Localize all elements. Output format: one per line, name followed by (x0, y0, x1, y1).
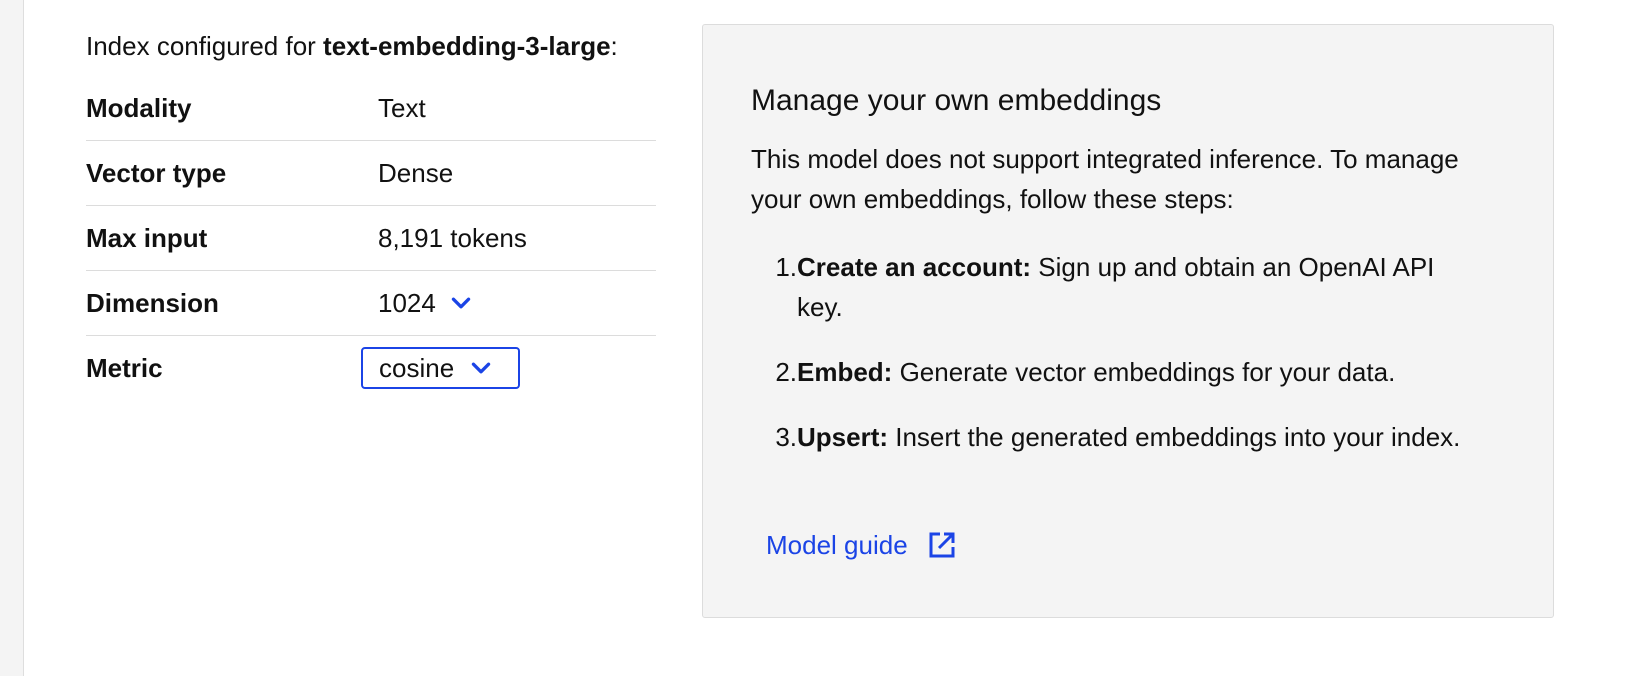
list-item: 2. Embed: Generate vector embeddings for… (751, 352, 1471, 392)
config-value: Dense (378, 157, 454, 188)
list-item: 1. Create an account: Sign up and obtain… (751, 247, 1471, 327)
dimension-value: 1024 (378, 287, 436, 318)
manage-embeddings-panel: Manage your own embeddings This model do… (702, 24, 1554, 618)
config-intro-prefix: Index configured for (86, 31, 324, 61)
steps-list: 1. Create an account: Sign up and obtain… (751, 247, 1471, 482)
model-guide-label: Model guide (766, 529, 908, 560)
page-root: Index configured for text-embedding-3-la… (0, 0, 1629, 676)
step-number: 1. (775, 252, 797, 282)
config-label: Dimension (86, 287, 219, 318)
model-name: text-embedding-3-large (323, 31, 611, 61)
step-title: Embed: (797, 357, 893, 387)
step-number: 2. (775, 357, 797, 387)
chevron-down-icon (471, 362, 491, 374)
step-title: Create an account: (797, 252, 1032, 282)
config-label: Modality (86, 92, 192, 123)
config-value: Text (378, 92, 426, 123)
metric-select[interactable]: cosine (361, 347, 521, 389)
step-title: Upsert: (797, 422, 889, 452)
config-intro-suffix: : (610, 31, 618, 61)
panel-title: Manage your own embeddings (751, 84, 1162, 117)
config-row-modality: Modality Text (86, 76, 656, 141)
panel-description: This model does not support integrated i… (751, 144, 1459, 214)
step-body: Upsert: Insert the generated embeddings … (797, 417, 1471, 457)
chevron-down-icon (451, 297, 471, 309)
list-item: 3. Upsert: Insert the generated embeddin… (751, 417, 1471, 457)
config-row-metric: Metric cosine (86, 336, 656, 400)
step-text: Generate vector embeddings for your data… (892, 357, 1396, 387)
config-row-vector-type: Vector type Dense (86, 141, 656, 206)
metric-value: cosine (379, 352, 455, 383)
index-config: Index configured for text-embedding-3-la… (86, 26, 656, 400)
external-link-icon (929, 532, 955, 558)
left-rail (0, 0, 24, 676)
step-text: Insert the generated embeddings into you… (888, 422, 1461, 452)
config-label: Vector type (86, 157, 227, 188)
config-row-dimension: Dimension 1024 (86, 271, 656, 336)
step-number: 3. (775, 422, 797, 452)
model-guide-link[interactable]: Model guide (766, 529, 958, 561)
config-value: 8,191 tokens (378, 222, 527, 253)
dimension-dropdown[interactable]: 1024 (378, 288, 474, 319)
config-intro: Index configured for text-embedding-3-la… (86, 26, 646, 66)
step-body: Create an account: Sign up and obtain an… (797, 247, 1471, 327)
config-label: Metric (86, 352, 163, 383)
config-label: Max input (86, 222, 208, 253)
step-body: Embed: Generate vector embeddings for yo… (797, 352, 1471, 392)
config-row-max-input: Max input 8,191 tokens (86, 206, 656, 271)
